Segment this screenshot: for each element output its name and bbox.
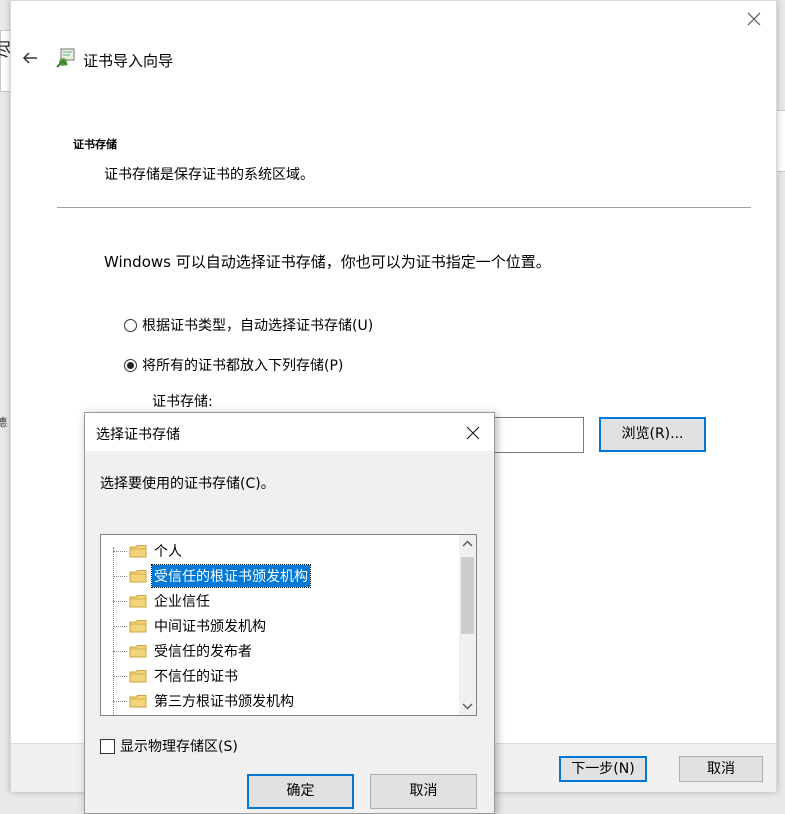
folder-icon: [129, 695, 147, 708]
radio-auto-select-store[interactable]: 根据证书类型，自动选择证书存储(U): [124, 315, 373, 335]
dialog-title: 选择证书存储: [96, 427, 180, 443]
dialog-prompt: 选择要使用的证书存储(C)。: [100, 476, 275, 492]
certificate-wizard-icon: [56, 48, 75, 68]
radio-button-checked[interactable]: [124, 358, 137, 372]
tree-branch-line: [113, 700, 127, 702]
tree-item[interactable]: 个人: [113, 540, 184, 562]
tree-item-label: 受信任的发布者: [154, 644, 252, 660]
tree-item[interactable]: 中间证书颁发机构: [113, 615, 268, 637]
tree-item-label: 第三方根证书颁发机构: [154, 694, 294, 710]
tree-item-label: 不信任的证书: [154, 669, 238, 685]
certificate-store-tree[interactable]: 个人受信任的根证书颁发机构企业信任中间证书颁发机构 受信任的发布者 不信任的证书第三…: [100, 534, 477, 716]
show-physical-stores-option[interactable]: 显示物理存储区(S): [100, 736, 238, 756]
scroll-up-icon[interactable]: [459, 535, 476, 552]
next-button[interactable]: 下一步(N): [559, 756, 647, 782]
tree-item[interactable]: 受信任的发布者: [113, 640, 254, 662]
tree-branch-line: [113, 675, 127, 677]
dialog-close-icon[interactable]: [466, 426, 480, 440]
tree-branch-line: [113, 625, 127, 627]
radio-auto-label: 根据证书类型，自动选择证书存储(U): [142, 318, 374, 334]
show-physical-stores-checkbox[interactable]: [100, 738, 115, 754]
wizard-cancel-button[interactable]: 取消: [679, 756, 763, 782]
folder-icon: [129, 645, 147, 658]
radio-manual-label: 将所有的证书都放入下列存储(P): [142, 358, 344, 374]
scroll-down-icon[interactable]: [459, 698, 476, 715]
certificate-store-label: 证书存储:: [152, 394, 213, 410]
tree-item[interactable]: 第三方根证书颁发机构: [113, 690, 296, 712]
folder-icon: [129, 545, 147, 558]
tree-item-label: 中间证书颁发机构: [154, 619, 266, 635]
folder-icon: [129, 595, 147, 608]
section-heading: 证书存储: [73, 138, 117, 151]
tree-item[interactable]: 企业信任: [113, 590, 212, 612]
tree-branch-line: [113, 575, 127, 577]
scrollbar-thumb[interactable]: [461, 557, 474, 634]
tree-scrollbar[interactable]: [459, 535, 476, 715]
browse-button[interactable]: 浏览(R)...: [599, 417, 706, 452]
header-divider: [57, 207, 751, 208]
back-arrow-icon[interactable]: [21, 49, 39, 67]
radio-place-all-in-store[interactable]: 将所有的证书都放入下列存储(P): [124, 355, 343, 375]
folder-icon: [129, 620, 147, 633]
tree-branch-line: [113, 600, 127, 602]
radio-button-unchecked[interactable]: [124, 318, 137, 332]
section-description: 证书存储是保存证书的系统区域。: [104, 167, 314, 183]
show-physical-stores-label: 显示物理存储区(S): [120, 739, 238, 755]
tree-item[interactable]: 受信任的根证书颁发机构: [113, 564, 311, 588]
wizard-title: 证书导入向导: [83, 52, 174, 70]
tree-branch-line: [113, 650, 127, 652]
folder-icon: [129, 670, 147, 683]
instruction-text: Windows 可以自动选择证书存储，你也可以为证书指定一个位置。: [104, 253, 551, 271]
select-certificate-store-dialog: 选择证书存储 选择要使用的证书存储(C)。 个人受信任的根证书颁发机构企业信任中…: [84, 412, 495, 814]
tree-item-label: 个人: [154, 544, 182, 560]
background-side-text: 德: [0, 416, 7, 429]
tree-item-label: 企业信任: [154, 594, 210, 610]
tree-item[interactable]: 不信任的证书: [113, 665, 240, 687]
folder-icon: [129, 570, 147, 583]
background-window-right: [776, 110, 785, 172]
tree-branch-line: [113, 550, 127, 552]
certificate-store-field[interactable]: [491, 417, 584, 453]
dialog-cancel-button[interactable]: 取消: [370, 774, 477, 809]
close-icon[interactable]: [746, 11, 762, 27]
ok-button[interactable]: 确定: [247, 774, 354, 809]
tree-item-label: 受信任的根证书颁发机构: [151, 564, 311, 588]
